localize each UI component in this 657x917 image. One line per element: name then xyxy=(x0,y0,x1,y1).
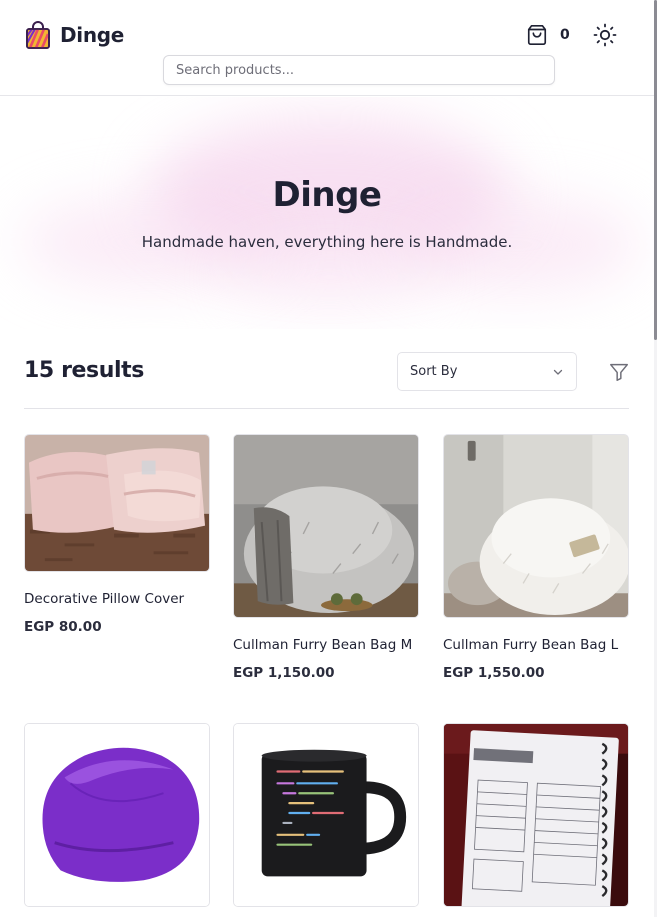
site-header: Dinge 0 xyxy=(0,0,654,96)
product-name[interactable]: Decorative Pillow Cover xyxy=(24,591,210,607)
sort-label: Sort By xyxy=(410,364,458,379)
product-image[interactable] xyxy=(233,434,419,618)
cart-count: 0 xyxy=(560,27,570,43)
product-card[interactable]: Cullman Furry Bean Bag L EGP 1,550.00 xyxy=(443,434,629,681)
logo-link[interactable]: Dinge xyxy=(24,20,124,50)
product-card[interactable] xyxy=(443,723,629,917)
product-price: EGP 1,550.00 xyxy=(443,665,545,681)
product-card[interactable]: Decorative Pillow Cover EGP 80.00 xyxy=(24,434,210,635)
hero-banner: Dinge Handmade haven, everything here is… xyxy=(0,97,654,329)
brand-name: Dinge xyxy=(60,23,125,47)
hero-title: Dinge xyxy=(272,175,382,215)
product-image[interactable] xyxy=(443,723,629,907)
divider xyxy=(24,408,629,409)
sun-icon[interactable] xyxy=(593,23,617,47)
results-count: 15 results xyxy=(24,358,144,383)
cart-button[interactable]: 0 xyxy=(526,24,570,46)
product-card[interactable] xyxy=(233,723,419,917)
product-image[interactable] xyxy=(24,434,210,572)
shopping-bag-icon xyxy=(527,25,547,45)
product-image[interactable] xyxy=(24,723,210,907)
product-image[interactable] xyxy=(233,723,419,907)
shopping-bag-logo xyxy=(26,21,50,49)
search-input[interactable] xyxy=(163,55,555,85)
product-card[interactable] xyxy=(24,723,210,917)
sort-select[interactable]: Sort By xyxy=(397,352,577,391)
product-name[interactable]: Cullman Furry Bean Bag M xyxy=(233,637,419,653)
product-name[interactable]: Cullman Furry Bean Bag L xyxy=(443,637,629,653)
product-price: EGP 1,150.00 xyxy=(233,665,335,681)
product-image[interactable] xyxy=(443,434,629,618)
chevron-down-icon xyxy=(553,369,563,375)
product-card[interactable]: Cullman Furry Bean Bag M EGP 1,150.00 xyxy=(233,434,419,681)
hero-subtitle: Handmade haven, everything here is Handm… xyxy=(141,233,513,251)
product-price: EGP 80.00 xyxy=(24,619,102,635)
filter-icon[interactable] xyxy=(608,361,630,383)
